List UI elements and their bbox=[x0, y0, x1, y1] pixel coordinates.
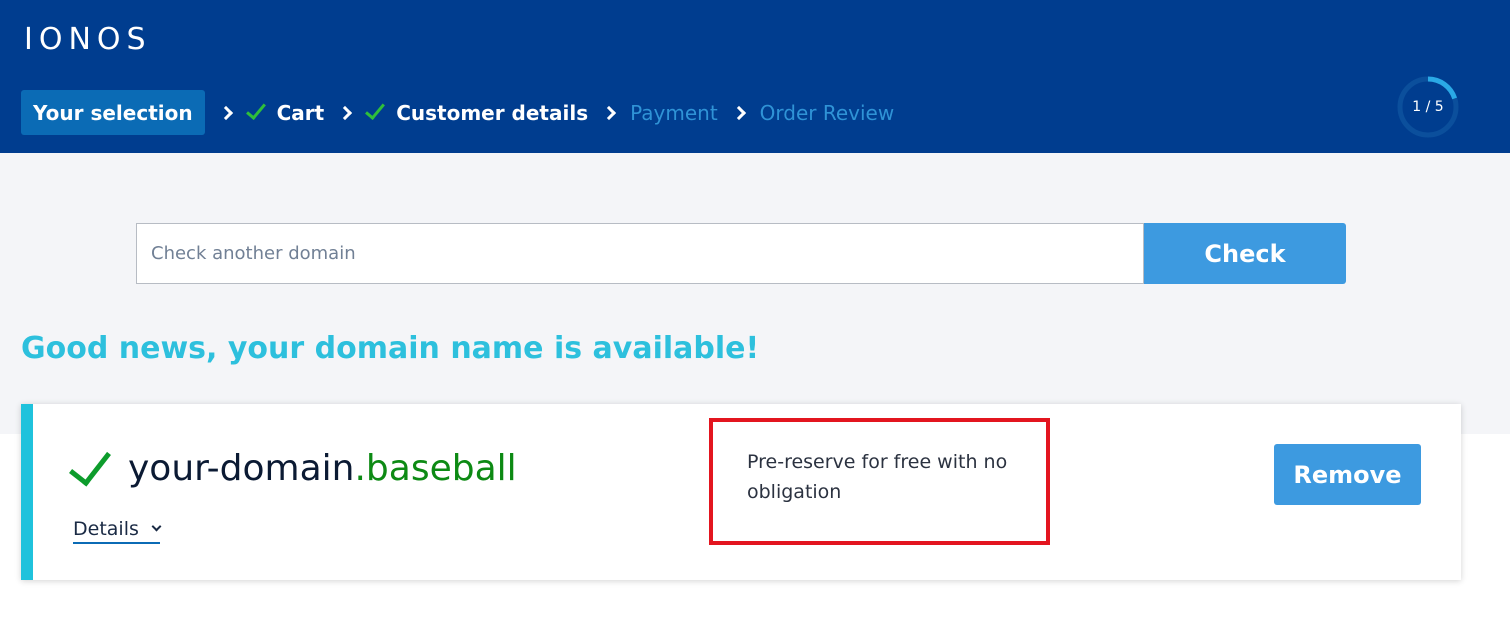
step-order-review: Order Review bbox=[760, 90, 895, 135]
step-customer-details[interactable]: Customer details bbox=[396, 90, 588, 135]
step-label: Payment bbox=[630, 100, 718, 125]
available-check-icon bbox=[69, 441, 111, 487]
step-label: Your selection bbox=[33, 100, 193, 125]
remove-button[interactable]: Remove bbox=[1274, 444, 1421, 505]
step-cart[interactable]: Cart bbox=[277, 90, 325, 135]
checkout-steps: Your selection Cart Customer details Pay… bbox=[21, 90, 894, 135]
chevron-right-icon bbox=[218, 105, 233, 120]
domain-search-input[interactable] bbox=[136, 223, 1144, 284]
availability-headline: Good news, your domain name is available… bbox=[21, 331, 760, 366]
pre-reserve-note-highlight: Pre-reserve for free with no obligation bbox=[709, 418, 1050, 545]
chevron-right-icon bbox=[731, 105, 746, 120]
domain-title: your-domain.baseball bbox=[128, 448, 517, 489]
ionos-logo[interactable]: IONOS bbox=[24, 22, 152, 57]
search-section bbox=[0, 153, 1510, 434]
checkmark-icon bbox=[365, 99, 386, 120]
chevron-down-icon bbox=[151, 521, 162, 531]
domain-tld: .baseball bbox=[354, 448, 517, 489]
details-label: Details bbox=[73, 518, 139, 540]
check-button[interactable]: Check bbox=[1144, 223, 1346, 284]
details-toggle[interactable]: Details bbox=[73, 518, 162, 544]
step-label: Cart bbox=[276, 100, 325, 125]
step-payment: Payment bbox=[630, 90, 718, 135]
step-label: Customer details bbox=[396, 100, 589, 125]
top-header: IONOS Your selection Cart Customer detai… bbox=[0, 0, 1510, 153]
domain-name: your-domain bbox=[128, 448, 355, 489]
pre-reserve-note: Pre-reserve for free with no obligation bbox=[747, 451, 1008, 503]
progress-label: 1 / 5 bbox=[1412, 99, 1444, 115]
step-label: Order Review bbox=[759, 100, 895, 125]
domain-result-card: your-domain.baseball Details Pre-reserve… bbox=[21, 404, 1461, 580]
step-your-selection[interactable]: Your selection bbox=[21, 90, 205, 135]
chevron-right-icon bbox=[602, 105, 617, 120]
checkmark-icon bbox=[245, 99, 266, 120]
card-accent-bar bbox=[21, 404, 33, 580]
chevron-right-icon bbox=[338, 105, 353, 120]
